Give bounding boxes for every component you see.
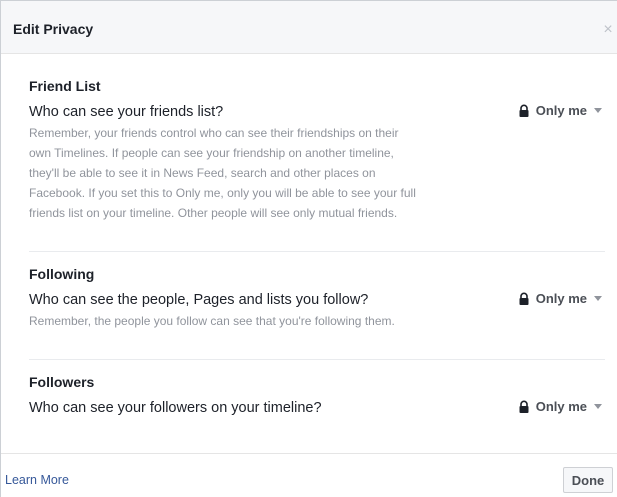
caret-down-icon: [594, 404, 602, 409]
learn-more-link[interactable]: Learn More: [5, 473, 69, 487]
footer-divider: [1, 453, 617, 454]
lock-icon: [519, 400, 529, 413]
done-button[interactable]: Done: [563, 467, 613, 493]
audience-selector-friend-list[interactable]: Only me: [517, 103, 602, 118]
section-divider: [29, 359, 605, 360]
section-description: Remember, the people you follow can see …: [29, 314, 395, 328]
caret-down-icon: [594, 296, 602, 301]
audience-label: Only me: [535, 399, 587, 414]
audience-selector-followers[interactable]: Only me: [517, 399, 602, 414]
section-description: Remember, your friends control who can s…: [29, 126, 416, 220]
audience-label: Only me: [535, 291, 587, 306]
section-friend-list: Friend List Who can see your friends lis…: [29, 77, 605, 223]
dialog-title: Edit Privacy: [13, 21, 94, 37]
section-title: Followers: [29, 374, 95, 390]
section-title: Friend List: [29, 78, 101, 94]
section-divider: [29, 251, 605, 252]
audience-label: Only me: [535, 103, 587, 118]
dialog-header: Edit Privacy ×: [1, 1, 617, 54]
caret-down-icon: [594, 108, 602, 113]
audience-selector-following[interactable]: Only me: [517, 291, 602, 306]
section-title: Following: [29, 266, 95, 282]
lock-icon: [519, 292, 529, 305]
close-icon[interactable]: ×: [601, 22, 615, 38]
lock-icon: [519, 104, 529, 117]
edit-privacy-dialog: Edit Privacy × Friend List Who can see y…: [0, 0, 617, 497]
